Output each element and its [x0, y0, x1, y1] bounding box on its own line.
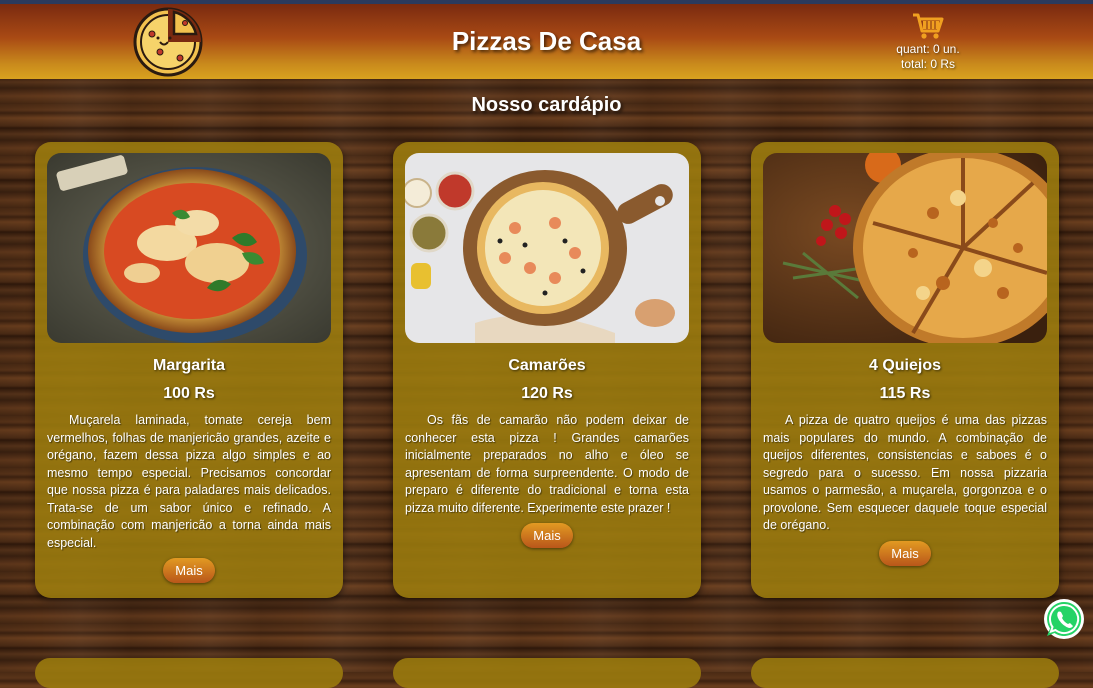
shrimp-pizza-photo — [405, 153, 689, 343]
cart-summary[interactable]: quant: 0 un. total: 0 Rs — [870, 12, 986, 72]
pizza-description: Muçarela laminada, tomate cereja bem ver… — [47, 413, 331, 550]
pizza-description: A pizza de quatro queijos é uma das pizz… — [763, 413, 1047, 532]
menu-card-margarita: Margarita 100 Rs Muçarela laminada, toma… — [35, 142, 343, 598]
more-button[interactable]: Mais — [163, 558, 215, 583]
pizza-price: 100 Rs — [163, 385, 215, 402]
pizza-name: Camarões — [508, 357, 586, 374]
menu-card-partial — [393, 658, 701, 688]
four-cheese-pizza-photo — [763, 153, 1047, 343]
pizza-description: Os fãs de camarão não podem deixar de co… — [405, 413, 689, 515]
menu-card-partial — [751, 658, 1059, 688]
pizza-price: 120 Rs — [521, 385, 573, 402]
more-button[interactable]: Mais — [521, 523, 573, 548]
site-header: Pizzas De Casa quant: 0 un. total: 0 Rs — [0, 4, 1093, 79]
shopping-cart-icon[interactable] — [912, 12, 944, 40]
margherita-pizza-photo — [47, 153, 331, 343]
pizza-name: 4 Quiejos — [868, 357, 942, 374]
pizza-name: Margarita — [152, 357, 226, 374]
more-button[interactable]: Mais — [879, 540, 931, 566]
pizza-price: 115 Rs — [879, 385, 931, 402]
menu-title: Nosso cardápio — [471, 94, 622, 116]
cart-quantity: quant: 0 un. — [896, 42, 960, 56]
menu-card-partial — [35, 658, 343, 688]
menu-card-4-quiejos: 4 Quiejos 115 Rs A pizza de quatro queij… — [751, 142, 1059, 598]
cart-total: total: 0 Rs — [900, 57, 956, 71]
whatsapp-icon[interactable] — [1043, 598, 1085, 640]
menu-card-camaroes: Camarões 120 Rs Os fãs de camarão não po… — [393, 142, 701, 598]
